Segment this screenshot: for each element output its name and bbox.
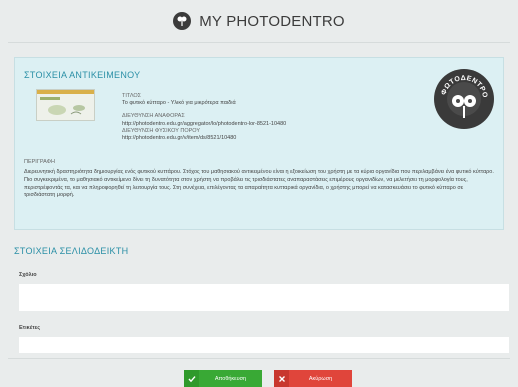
cancel-button-label: Ακύρωση: [308, 375, 333, 382]
object-details-panel: ΣΤΟΙΧΕΙΑ ΑΝΤΙΚΕΙΜΕΝΟΥ ΤΙΤΛΟΣ Το φυτικό κ…: [14, 57, 504, 230]
header-divider: [8, 42, 510, 43]
resource-url-label: ΔΙΕΥΘΥΝΣΗ ΦΥΣΙΚΟΥ ΠΟΡΟΥ: [122, 127, 201, 134]
photodentro-stamp: ΦΩΤΟΔΕΝΤΡΟ: [433, 68, 495, 130]
object-thumbnail[interactable]: [36, 89, 95, 121]
close-icon: [274, 370, 289, 387]
object-metadata: ΤΙΤΛΟΣ Το φυτικό κύτταρο - Υλικό για μικ…: [122, 93, 286, 142]
bookmark-section-title: ΣΤΟΙΧΕΙΑ ΣΕΛΙΔΟΔΕΙΚΤΗ: [14, 246, 129, 256]
check-icon: [184, 370, 199, 387]
page-header: MY PHOTODENTRO: [0, 0, 518, 42]
tags-field[interactable]: [19, 337, 509, 353]
object-section-title: ΣΤΟΙΧΕΙΑ ΑΝΤΙΚΕΙΜΕΝΟΥ: [24, 70, 141, 80]
footer-divider: [8, 358, 510, 359]
description-text: Διερευνητική δραστηριότητα δημιουργίας ε…: [24, 169, 494, 199]
title-value: Το φυτικό κύτταρο - Υλικό για μικρότερα …: [122, 100, 236, 107]
cancel-button[interactable]: Ακύρωση: [274, 370, 352, 387]
resource-url[interactable]: http://photodentro.edu.gr/v/item/ds/8521…: [122, 135, 286, 142]
save-button[interactable]: Αποθήκευση: [184, 370, 262, 387]
reference-url[interactable]: http://photodentro.edu.gr/aggregator/lo/…: [122, 121, 286, 128]
reference-url-label: ΔΙΕΥΘΥΝΣΗ ΑΝΑΦΟΡΑΣ: [122, 113, 185, 120]
save-button-label: Αποθήκευση: [214, 375, 247, 382]
tags-label: Ετικέτες: [19, 325, 41, 331]
comment-label: Σχόλιο: [19, 272, 37, 278]
page-title: MY PHOTODENTRO: [199, 12, 345, 30]
description-label: ΠΕΡΙΓΡΑΦΗ: [24, 159, 55, 165]
photodentro-logo-icon: [173, 12, 192, 30]
comment-field[interactable]: [19, 284, 509, 311]
